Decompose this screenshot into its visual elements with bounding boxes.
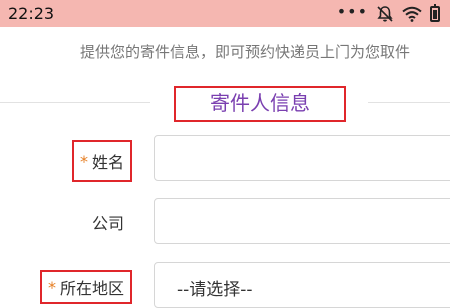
divider-left xyxy=(0,102,150,103)
form-subtitle: 提供您的寄件信息，即可预约快递员上门为您取件 xyxy=(79,43,410,61)
company-label-text: 公司 xyxy=(91,214,124,233)
more-dots-icon: ••• xyxy=(336,2,368,21)
section-title: 寄件人信息 xyxy=(174,86,346,122)
name-label-text: 姓名 xyxy=(91,153,124,172)
company-label: 公司 xyxy=(72,203,130,241)
status-bar: 22:23 ••• xyxy=(0,0,450,27)
name-label: * 姓名 xyxy=(72,140,132,182)
status-icons: ••• xyxy=(337,3,440,25)
status-time: 22:23 xyxy=(8,4,55,23)
company-input[interactable] xyxy=(154,198,450,244)
battery-icon xyxy=(430,4,440,22)
region-label: * 所在地区 xyxy=(40,270,132,304)
wifi-icon xyxy=(402,6,422,22)
required-mark: * xyxy=(79,151,88,171)
region-select[interactable]: --请选择-- xyxy=(154,262,450,308)
name-input[interactable] xyxy=(154,135,450,181)
required-mark: * xyxy=(47,277,56,297)
region-label-text: 所在地区 xyxy=(59,279,124,298)
divider-right xyxy=(368,102,450,103)
region-select-value: --请选择-- xyxy=(177,280,253,300)
bell-muted-icon xyxy=(377,6,393,22)
